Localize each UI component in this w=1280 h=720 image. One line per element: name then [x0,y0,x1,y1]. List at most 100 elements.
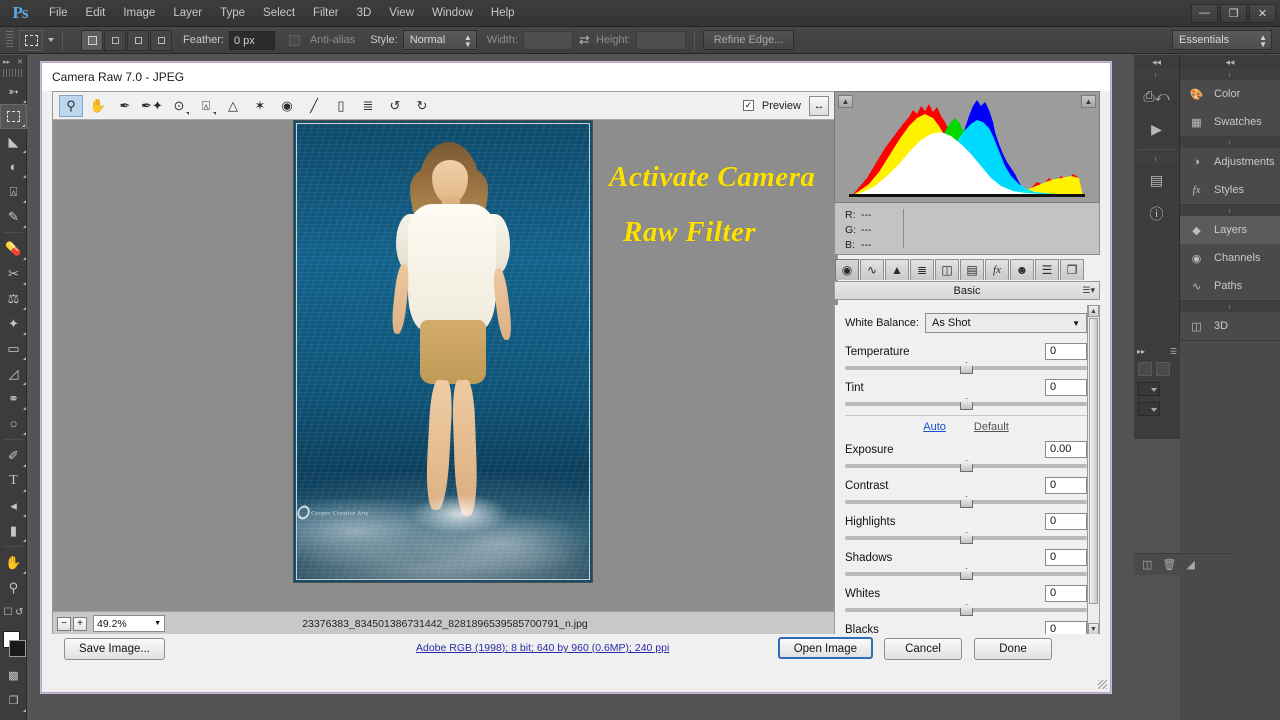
color-sampler-tool-icon[interactable]: ✒✦ [140,95,164,117]
screen-mode-button[interactable]: ❐ [0,688,27,713]
info-icon[interactable]: ⓘ [1134,197,1179,230]
targeted-adjustment-tool-icon[interactable]: ⊙ [167,95,191,117]
tool-quick-selection[interactable]: ◐ [0,154,27,179]
tab-basic[interactable]: ◉ [835,259,859,280]
dock-item-swatches[interactable]: ▦ Swatches [1180,108,1280,136]
chevron-down-icon[interactable] [48,38,54,42]
tool-horizontal-type[interactable]: T [0,468,27,493]
menu-view[interactable]: View [380,0,423,27]
tool-dodge[interactable]: ⚭ [0,386,27,411]
tab-presets[interactable]: ☰ [1035,259,1059,280]
dock-item-paths[interactable]: ∿ Paths [1180,272,1280,300]
restore-button[interactable]: ❐ [1220,4,1247,23]
red-eye-removal-tool-icon[interactable]: ◉ [275,95,299,117]
style-select[interactable]: Normal ▲▼ [403,30,477,50]
menu-image[interactable]: Image [114,0,164,27]
slider-track[interactable] [845,569,1087,579]
collapse-dock-button[interactable]: ◂◂ [1180,55,1280,69]
graduated-filter-tool-icon[interactable]: ▯ [329,95,353,117]
tool-clone-stamp[interactable]: ⚖ [0,286,27,311]
antialias-checkbox[interactable] [289,35,300,46]
spot-removal-tool-icon[interactable]: ✶ [248,95,272,117]
tools-panel-grip[interactable] [3,69,24,77]
tool-eyedropper[interactable]: ✎ [0,204,27,229]
expand-arrows-icon[interactable]: ↔ [809,96,829,116]
zoom-tool-icon[interactable]: ⚲ [59,95,83,117]
slider-handle[interactable] [960,604,973,616]
tool-preset-picker[interactable] [19,30,43,51]
tool-history-brush[interactable]: ✦ [0,311,27,336]
menu-filter[interactable]: Filter [304,0,348,27]
dock-item-3d[interactable]: ◫ 3D [1180,312,1280,340]
tab-tone-curve[interactable]: ∿ [860,259,884,280]
rotate-clockwise-tool-icon[interactable]: ↻ [410,95,434,117]
slider-track[interactable] [845,399,1087,409]
scroll-up-icon[interactable]: ▲ [1088,305,1099,317]
blend-mode-select[interactable] [1138,382,1160,396]
cancel-button[interactable]: Cancel [884,638,962,660]
close-button[interactable]: ✕ [1249,4,1276,23]
tab-snapshots[interactable]: ❐ [1060,259,1084,280]
panel-menu-icon[interactable]: ☰ [1170,347,1177,356]
menu-file[interactable]: File [40,0,77,27]
dock-item-color[interactable]: 🎨 Color [1180,80,1280,108]
panel-resize-icon[interactable]: ◢ [1186,558,1194,571]
save-image-button[interactable]: Save Image... [64,638,165,660]
image-info-link[interactable]: Adobe RGB (1998); 8 bit; 640 by 960 (0.6… [416,642,669,654]
subtract-from-selection-button[interactable] [127,30,149,51]
slider-handle[interactable] [960,496,973,508]
resize-grip[interactable] [1098,680,1107,689]
slider-value-input[interactable]: 0 [1045,585,1087,602]
menu-help[interactable]: Help [482,0,524,27]
tool-eraser[interactable]: ▭ [0,336,27,361]
dock-group-grip-3[interactable] [1180,205,1280,216]
tool-spot-healing-brush[interactable]: 💊 [0,236,27,261]
dock-group-grip-4[interactable] [1180,301,1280,312]
slider-value-input[interactable]: 0.00 [1045,441,1087,458]
panel-menu-icon[interactable]: ☰▾ [1082,285,1095,296]
slider-track[interactable] [845,497,1087,507]
tab-effects[interactable]: fx [985,259,1009,280]
menu-3d[interactable]: 3D [348,0,381,27]
intersect-with-selection-button[interactable] [150,30,172,51]
slider-value-input[interactable]: 0 [1045,343,1087,360]
camera-raw-canvas[interactable]: Cooper Creative Arts Activate Camera Raw… [53,120,837,611]
layer-thumb-icon[interactable] [1138,362,1152,376]
quick-mask-toggle[interactable]: ☐ ↺ [0,600,27,625]
done-button[interactable]: Done [974,638,1052,660]
close-icon[interactable]: ✕ [17,58,23,66]
add-to-selection-button[interactable] [104,30,126,51]
new-selection-button[interactable] [81,30,103,51]
dock-item-adjustments[interactable]: ◑ Adjustments [1180,148,1280,176]
dock-grip-2[interactable] [1134,153,1179,164]
slider-track[interactable] [845,605,1087,615]
slider-handle[interactable] [960,460,973,472]
white-balance-select[interactable]: As Shot ▼ [925,313,1087,333]
hand-tool-icon[interactable]: ✋ [86,95,110,117]
menu-select[interactable]: Select [254,0,304,27]
opacity-select[interactable] [1138,402,1160,416]
slider-handle[interactable] [960,568,973,580]
slider-value-input[interactable]: 0 [1045,379,1087,396]
tool-gradient[interactable]: ◿ [0,361,27,386]
slider-track[interactable] [845,461,1087,471]
tool-pen[interactable]: ✐ [0,443,27,468]
dock-group-grip-1[interactable] [1180,69,1280,80]
options-bar-grip[interactable] [6,31,13,49]
auto-link[interactable]: Auto [923,421,946,433]
tab-lens-corrections[interactable]: ▤ [960,259,984,280]
swap-width-height-icon[interactable]: ⇄ [579,32,590,48]
tool-move[interactable]: ➳ [0,79,27,104]
tab-hsl-grayscale[interactable]: ≣ [910,259,934,280]
tool-brush[interactable]: ✂ [0,261,27,286]
history-icon[interactable]: ⎙↶ [1134,80,1179,113]
open-preferences-tool-icon[interactable]: ≣ [356,95,380,117]
tool-rectangular-marquee[interactable] [0,104,27,129]
trash-icon[interactable]: 🗑 [1162,558,1176,571]
dock-item-channels[interactable]: ◉ Channels [1180,244,1280,272]
slider-handle[interactable] [960,532,973,544]
tool-crop[interactable]: ⍓ [0,179,27,204]
expand-panel-icon[interactable]: ▸▸ [3,58,10,66]
dock-item-layers[interactable]: ◆ Layers [1180,216,1280,244]
play-actions-icon[interactable]: ▶ [1134,113,1179,146]
